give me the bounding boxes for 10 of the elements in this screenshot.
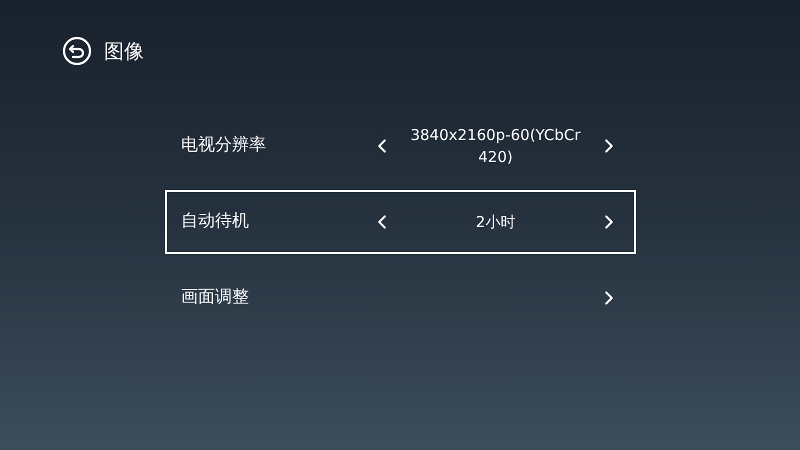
settings-row[interactable]: 电视分辨率 3840x2160p-60(YCbCr 420)	[165, 114, 636, 178]
back-icon[interactable]	[62, 36, 92, 66]
page-title: 图像	[104, 38, 144, 65]
setting-label: 电视分辨率	[181, 134, 267, 158]
setting-label: 自动待机	[181, 210, 250, 234]
setting-label: 画面调整	[181, 286, 250, 310]
setting-value: 3840x2160p-60(YCbCr 420)	[409, 125, 582, 168]
settings-row[interactable]: 自动待机 2小时	[165, 190, 636, 254]
settings-row[interactable]: 画面调整	[165, 266, 636, 330]
setting-value: 2小时	[474, 212, 516, 233]
